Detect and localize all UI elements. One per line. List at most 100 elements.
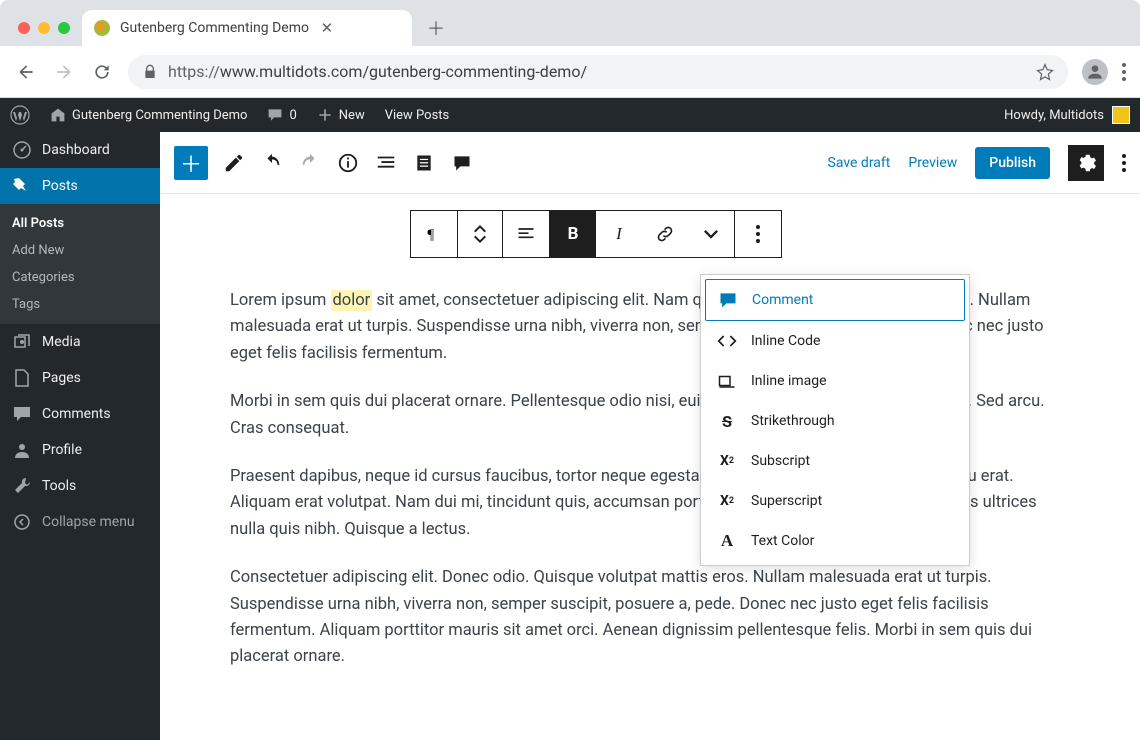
more-formats-button[interactable] <box>688 211 734 257</box>
back-button[interactable] <box>14 60 38 84</box>
dropdown-text-color[interactable]: A Text Color <box>705 521 965 561</box>
publish-button[interactable]: Publish <box>975 147 1050 179</box>
dropdown-superscript-label: Superscript <box>751 493 822 509</box>
comments-link[interactable]: 0 <box>257 98 306 132</box>
block-toolbar: ¶ B I <box>410 210 782 258</box>
dropdown-subscript[interactable]: X2 Subscript <box>705 441 965 481</box>
tools-icon <box>12 476 32 496</box>
user-avatar-icon[interactable] <box>1112 106 1130 124</box>
text-color-icon: A <box>717 531 737 551</box>
submenu-categories[interactable]: Categories <box>0 264 160 291</box>
submenu-add-new[interactable]: Add New <box>0 237 160 264</box>
dropdown-comment-label: Comment <box>752 292 813 308</box>
comments-count: 0 <box>289 108 296 123</box>
menu-pages-label: Pages <box>42 370 81 386</box>
menu-dashboard[interactable]: Dashboard <box>0 132 160 168</box>
pin-icon <box>12 176 32 196</box>
wp-logo-button[interactable] <box>0 98 40 132</box>
block-type-button[interactable]: ¶ <box>411 211 457 257</box>
undo-button[interactable] <box>260 151 284 175</box>
profile-icon <box>12 440 32 460</box>
dropdown-subscript-label: Subscript <box>751 453 810 469</box>
menu-comments-label: Comments <box>42 406 111 422</box>
preview-button[interactable]: Preview <box>908 155 957 171</box>
submenu-tags[interactable]: Tags <box>0 291 160 318</box>
subscript-icon: X2 <box>717 451 737 471</box>
edit-mode-button[interactable] <box>222 151 246 175</box>
menu-comments[interactable]: Comments <box>0 396 160 432</box>
settings-button[interactable] <box>1068 145 1104 181</box>
media-icon <box>12 332 32 352</box>
paragraph-4[interactable]: Consectetuer adipiscing elit. Donec odio… <box>230 565 1070 671</box>
link-button[interactable] <box>642 211 688 257</box>
dropdown-comment[interactable]: Comment <box>705 279 965 321</box>
profile-button[interactable] <box>1082 59 1108 85</box>
menu-pages[interactable]: Pages <box>0 360 160 396</box>
outline-button[interactable] <box>374 151 398 175</box>
code-icon <box>717 331 737 351</box>
submenu-all-posts[interactable]: All Posts <box>0 210 160 237</box>
info-button[interactable] <box>336 151 360 175</box>
browser-tab[interactable]: Gutenberg Commenting Demo ✕ <box>82 10 412 46</box>
close-tab-button[interactable]: ✕ <box>319 20 335 36</box>
menu-media[interactable]: Media <box>0 324 160 360</box>
maximize-window-button[interactable] <box>58 22 70 34</box>
menu-media-label: Media <box>42 334 81 350</box>
view-posts-label: View Posts <box>385 108 450 123</box>
howdy-text[interactable]: Howdy, Multidots <box>1004 108 1104 123</box>
view-posts-link[interactable]: View Posts <box>375 98 460 132</box>
align-button[interactable] <box>503 211 549 257</box>
dropdown-strike-label: Strikethrough <box>751 413 835 429</box>
dropdown-superscript[interactable]: X2 Superscript <box>705 481 965 521</box>
site-name-link[interactable]: Gutenberg Commenting Demo <box>40 98 257 132</box>
reload-button[interactable] <box>90 60 114 84</box>
list-view-button[interactable] <box>412 151 436 175</box>
browser-menu-button[interactable] <box>1122 63 1126 81</box>
window-controls <box>18 22 70 34</box>
more-options-button[interactable] <box>1122 154 1126 172</box>
close-window-button[interactable] <box>18 22 30 34</box>
menu-dashboard-label: Dashboard <box>42 142 110 158</box>
collapse-label: Collapse menu <box>42 514 135 530</box>
block-mover[interactable] <box>458 211 502 257</box>
browser-tab-bar: Gutenberg Commenting Demo ✕ ＋ <box>0 0 1140 46</box>
add-block-button[interactable]: ＋ <box>174 146 208 180</box>
save-draft-button[interactable]: Save draft <box>828 155 891 171</box>
menu-posts[interactable]: Posts <box>0 168 160 204</box>
forward-button[interactable] <box>52 60 76 84</box>
editor-area: ＋ Save draft Preview Publish ¶ <box>160 132 1140 740</box>
new-content-link[interactable]: New <box>307 98 375 132</box>
browser-address-bar: https://www.multidots.com/gutenberg-comm… <box>0 46 1140 98</box>
collapse-menu[interactable]: Collapse menu <box>0 504 160 540</box>
image-icon <box>717 371 737 391</box>
bookmark-button[interactable] <box>1036 63 1054 81</box>
dropdown-inline-image-label: Inline image <box>751 373 827 389</box>
new-tab-button[interactable]: ＋ <box>422 14 450 42</box>
favicon-icon <box>94 20 110 36</box>
italic-button[interactable]: I <box>596 211 642 257</box>
new-label: New <box>339 108 365 123</box>
chevron-down-icon <box>474 234 486 244</box>
block-more-button[interactable] <box>735 211 781 257</box>
url-field[interactable]: https://www.multidots.com/gutenberg-comm… <box>128 55 1068 89</box>
menu-tools[interactable]: Tools <box>0 468 160 504</box>
menu-posts-label: Posts <box>42 178 78 194</box>
bold-button[interactable]: B <box>550 211 596 257</box>
posts-submenu: All Posts Add New Categories Tags <box>0 204 160 324</box>
dropdown-inline-code[interactable]: Inline Code <box>705 321 965 361</box>
pages-icon <box>12 368 32 388</box>
chevron-up-icon <box>474 224 486 234</box>
strike-icon: S <box>717 411 737 431</box>
comment-icon-button[interactable] <box>450 151 474 175</box>
site-name-text: Gutenberg Commenting Demo <box>72 108 247 123</box>
lock-icon <box>142 64 158 80</box>
menu-profile-label: Profile <box>42 442 82 458</box>
menu-profile[interactable]: Profile <box>0 432 160 468</box>
minimize-window-button[interactable] <box>38 22 50 34</box>
format-dropdown: Comment Inline Code Inline image S Strik… <box>700 274 970 566</box>
dropdown-strike[interactable]: S Strikethrough <box>705 401 965 441</box>
redo-button[interactable] <box>298 151 322 175</box>
dropdown-inline-image[interactable]: Inline image <box>705 361 965 401</box>
url-text: https://www.multidots.com/gutenberg-comm… <box>168 62 1026 81</box>
dropdown-inline-code-label: Inline Code <box>751 333 820 349</box>
